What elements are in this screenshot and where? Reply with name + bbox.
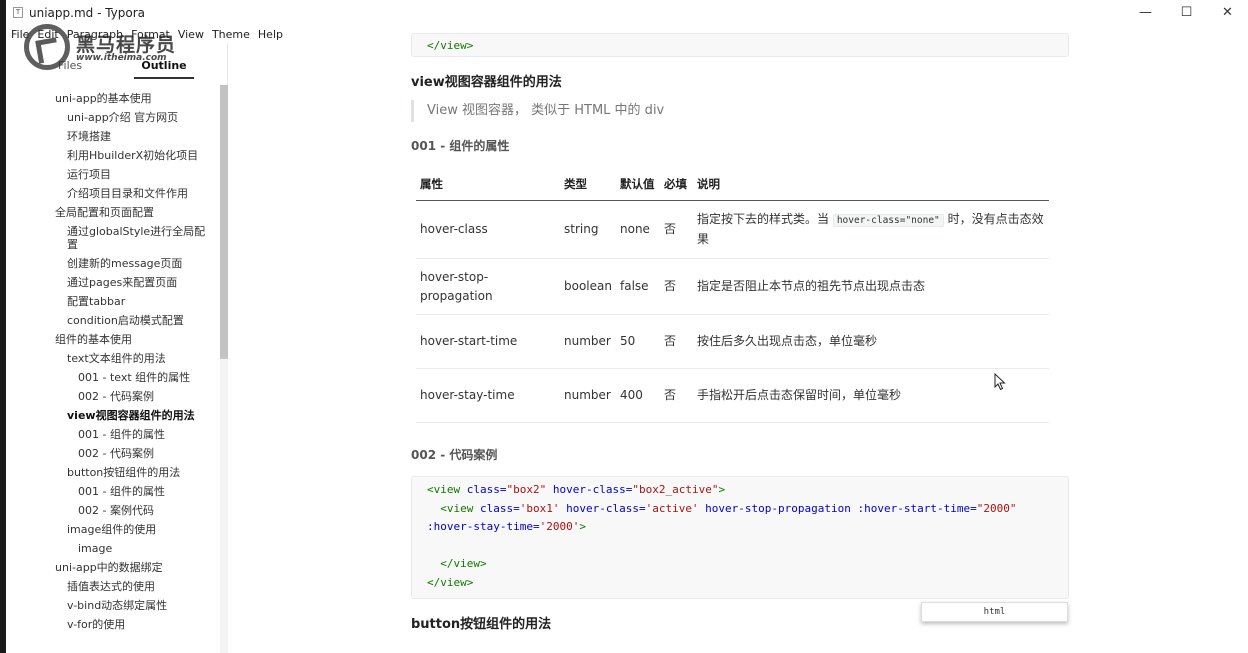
table-cell: 否 [660,200,693,259]
table-cell: 50 [616,314,660,369]
outline-item[interactable]: 通过pages来配置页面 [6,273,220,292]
code-language-selector[interactable]: html [921,602,1068,622]
heading-view-component: view视图容器组件的用法 [411,75,562,90]
props-table: 属性 类型 默认值 必填 说明 hover-class string none … [416,169,1049,423]
table-row: hover-class string none 否 指定按下去的样式类。当 ho… [416,200,1049,259]
desc-text: 指定按下去的样式类。当 [697,212,833,226]
code-line: <view class='box1' hover-class='active' … [427,501,1017,515]
outline-item[interactable]: text文本组件的用法 [6,349,220,368]
mouse-pointer-icon [994,373,1006,391]
window-controls: — ☐ ✕ [1125,0,1248,25]
table-cell: 按住后多久出现点击态，单位毫秒 [693,314,1049,369]
maximize-button[interactable]: ☐ [1166,0,1207,25]
menu-help[interactable]: Help [258,28,283,41]
table-cell: number [560,314,616,369]
title-bar: T uniapp.md - Typora — ☐ ✕ [6,0,1248,25]
outline-list: uni-app的基本使用 uni-app介绍 官方网页 环境搭建 利用Hbuilder… [6,89,220,634]
code-block-view-example[interactable]: <view class="box2" hover-class="box2_act… [411,476,1069,599]
table-row: hover-start-time number 50 否 按住后多久出现点击态，… [416,314,1049,369]
outline-item[interactable]: uni-app的基本使用 [6,89,220,108]
sidebar-scroll-thumb[interactable] [220,85,228,359]
table-cell: 否 [660,314,693,369]
outline-item[interactable]: 运行项目 [6,165,220,184]
outline-item[interactable]: 介绍项目目录和文件作用 [6,184,220,203]
blockquote: View 视图容器， 类似于 HTML 中的 div [411,100,1069,122]
table-header: 默认值 [616,169,660,201]
table-cell: false [616,258,660,315]
code-line: <view class="box2" hover-class="box2_act… [427,483,726,496]
table-cell: hover-stop-propagation [416,258,560,315]
code-line: :hover-stay-time='2000'> [427,520,586,533]
outline-item[interactable]: image [6,539,220,558]
outline-item[interactable]: 通过globalStyle进行全局配置 [6,222,220,254]
document-editor[interactable]: </view> view视图容器组件的用法 View 视图容器， 类似于 HTM… [229,33,1248,653]
sidebar: Files Outline uni-app的基本使用 uni-app介绍 官方网页… [6,43,228,653]
outline-item[interactable]: 配置tabbar [6,292,220,311]
outline-item[interactable]: 001 - 组件的属性 [6,425,220,444]
outline-item[interactable]: 002 - 案例代码 [6,501,220,520]
code-line: </view> [427,575,474,589]
outline-item[interactable]: uni-app介绍 官方网页 [6,108,220,127]
table-cell: number [560,368,616,423]
watermark-logo: 黑马程序员 www.itheima.com [24,24,194,70]
outline-item[interactable]: 002 - 代码案例 [6,444,220,463]
code-line: </view> [427,557,487,570]
table-cell-description: 指定按下去的样式类。当 hover-class="none" 时，没有点击态效果 [693,200,1049,259]
outline-item[interactable]: v-for的使用 [6,615,220,634]
outline-item[interactable]: 001 - 组件的属性 [6,482,220,501]
heading-button-component: button按钮组件的用法 [411,617,552,632]
outline-item[interactable]: 全局配置和页面配置 [6,203,220,222]
table-header: 类型 [560,169,616,201]
table-cell: none [616,200,660,259]
watermark-emblem-icon [24,24,70,70]
table-cell: hover-class [416,200,560,259]
outline-item[interactable]: uni-app中的数据绑定 [6,558,220,577]
table-cell: string [560,200,616,259]
table-row: hover-stop-propagation boolean false 否 指… [416,258,1049,315]
table-cell: 否 [660,258,693,315]
outline-item[interactable]: button按钮组件的用法 [6,463,220,482]
table-cell: 指定是否阻止本节点的祖先节点出现点击态 [693,258,1049,315]
table-header-row: 属性 类型 默认值 必填 说明 [416,169,1049,201]
inline-code: hover-class="none" [832,214,944,227]
heading-view-props: 001 - 组件的属性 [411,139,510,153]
table-cell: hover-stay-time [416,368,560,423]
menu-theme[interactable]: Theme [212,28,250,41]
table-cell: boolean [560,258,616,315]
outline-item[interactable]: 001 - text 组件的属性 [6,368,220,387]
heading-view-code: 002 - 代码案例 [411,448,498,462]
table-header: 必填 [660,169,693,201]
table-row: hover-stay-time number 400 否 手指松开后点击态保留时… [416,368,1049,423]
table-header: 属性 [416,169,560,201]
table-cell: 否 [660,368,693,423]
sidebar-scrollbar[interactable] [220,85,228,653]
outline-item[interactable]: 002 - 代码案例 [6,387,220,406]
code-block-previous[interactable]: </view> [411,33,1069,57]
watermark-url: www.itheima.com [76,53,167,63]
outline-item[interactable]: 创建新的message页面 [6,254,220,273]
table-cell: 400 [616,368,660,423]
minimize-button[interactable]: — [1125,0,1166,25]
typora-app-icon: T [13,7,23,18]
outline-item[interactable]: condition启动模式配置 [6,311,220,330]
outline-item[interactable]: 插值表达式的使用 [6,577,220,596]
window-title: uniapp.md - Typora [29,5,146,20]
table-header: 说明 [693,169,1049,201]
outline-item[interactable]: 组件的基本使用 [6,330,220,349]
table-cell: hover-start-time [416,314,560,369]
outline-item[interactable]: view视图容器组件的用法 [6,406,220,425]
outline-item[interactable]: 利用HbuilderX初始化项目 [6,146,220,165]
outline-item[interactable]: image组件的使用 [6,520,220,539]
outline-item[interactable]: 环境搭建 [6,127,220,146]
close-button[interactable]: ✕ [1207,0,1248,25]
code-line: </view> [427,39,474,52]
outline-item[interactable]: v-bind动态绑定属性 [6,596,220,615]
